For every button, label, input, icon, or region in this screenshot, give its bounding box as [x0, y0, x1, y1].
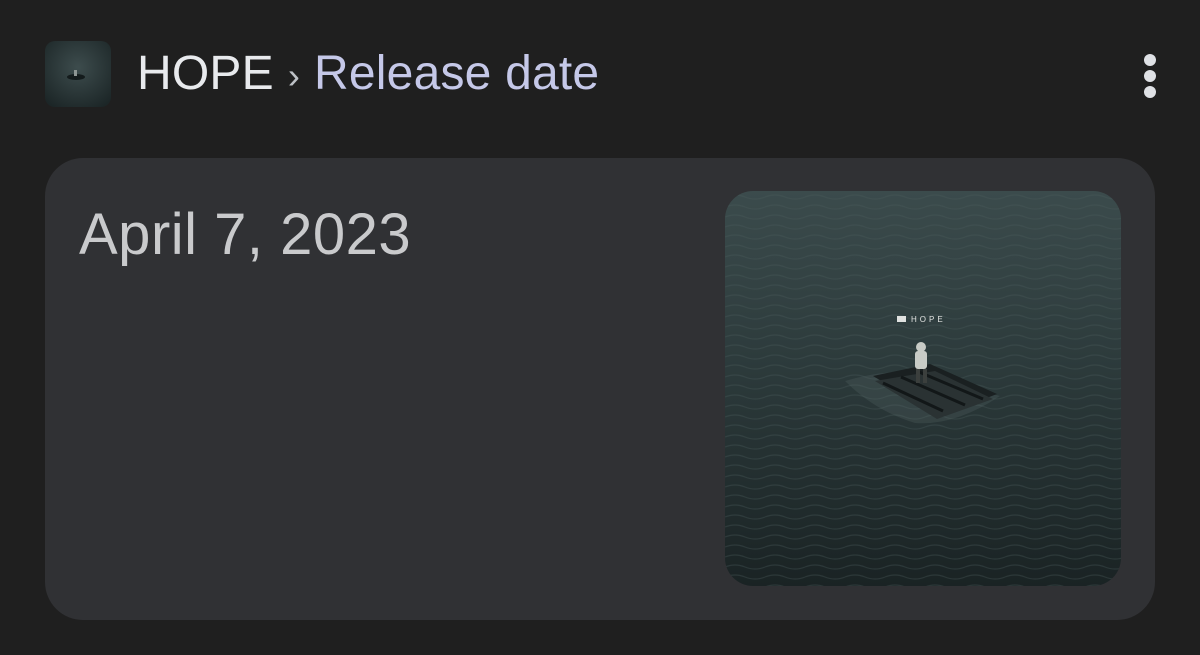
more-options-button[interactable] [1128, 48, 1172, 104]
album-cover-art: HOPE [725, 191, 1121, 586]
breadcrumb-entity[interactable]: HOPE [137, 50, 274, 98]
album-thumbnail-image [45, 41, 111, 107]
release-date-value: April 7, 2023 [79, 202, 412, 267]
breadcrumb: HOPE › Release date [137, 50, 599, 98]
more-vert-icon [1144, 54, 1156, 98]
album-thumbnail[interactable] [45, 41, 111, 107]
knowledge-panel-page: HOPE › Release date April 7, 2023 HOPE [0, 0, 1200, 655]
breadcrumb-attribute: Release date [314, 47, 600, 100]
album-cover-image[interactable]: HOPE [725, 191, 1121, 586]
panel-header: HOPE › Release date [45, 40, 599, 108]
answer-card: April 7, 2023 HOPE [45, 158, 1155, 620]
cover-title-text: HOPE [911, 315, 946, 324]
breadcrumb-separator: › [287, 55, 301, 96]
